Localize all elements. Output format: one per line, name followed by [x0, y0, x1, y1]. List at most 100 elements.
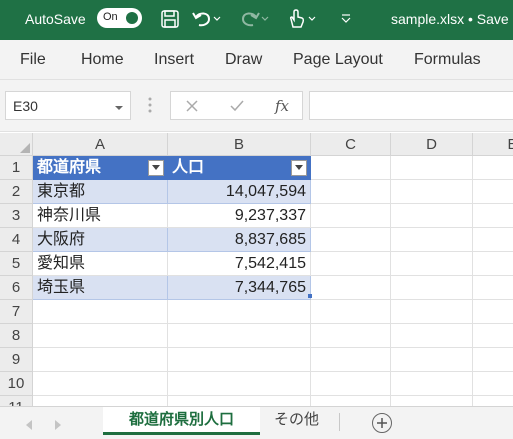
name-box[interactable]: E30 — [5, 91, 131, 120]
grid-cell[interactable] — [311, 324, 391, 348]
grid-cell[interactable] — [33, 348, 168, 372]
enter-check-icon[interactable] — [226, 96, 248, 116]
tab-insert[interactable]: Insert — [154, 51, 194, 69]
scroll-left-icon[interactable] — [25, 417, 33, 435]
grid-cell[interactable] — [391, 204, 473, 228]
sheet-tab-active[interactable]: 都道府県別人口 — [103, 407, 260, 435]
undo-icon[interactable] — [190, 7, 222, 31]
grid-cell[interactable] — [473, 300, 513, 324]
grid-cell[interactable] — [311, 276, 391, 300]
grid-cell[interactable] — [391, 372, 473, 396]
table-cell[interactable]: 埼玉県 — [33, 276, 168, 300]
table-cell[interactable]: 9,237,337 — [168, 204, 311, 228]
grid-cell[interactable] — [311, 180, 391, 204]
grid-cell[interactable] — [311, 300, 391, 324]
select-all-button[interactable] — [0, 133, 33, 156]
grid-cell[interactable] — [391, 348, 473, 372]
grid-cell[interactable] — [168, 324, 311, 348]
grid-cell[interactable] — [311, 252, 391, 276]
row-header-1[interactable]: 1 — [0, 156, 33, 180]
grid-cell[interactable] — [33, 300, 168, 324]
add-sheet-icon[interactable] — [372, 413, 392, 433]
grid-cell[interactable] — [473, 372, 513, 396]
scroll-right-icon[interactable] — [54, 417, 62, 435]
cancel-icon[interactable] — [181, 96, 203, 116]
row-header-6[interactable]: 6 — [0, 276, 33, 300]
grid-cell[interactable] — [311, 372, 391, 396]
row-header-10[interactable]: 10 — [0, 372, 33, 396]
row-header-4[interactable]: 4 — [0, 228, 33, 252]
grid-cell[interactable] — [311, 228, 391, 252]
tab-page-layout[interactable]: Page Layout — [293, 51, 383, 69]
column-header-e[interactable]: E — [473, 133, 513, 156]
grid-cell[interactable] — [473, 276, 513, 300]
grid-cell[interactable] — [311, 204, 391, 228]
column-header-a[interactable]: A — [33, 133, 168, 156]
grid-cell[interactable] — [473, 180, 513, 204]
tab-draw[interactable]: Draw — [225, 51, 262, 69]
row-header-5[interactable]: 5 — [0, 252, 33, 276]
grid-cell[interactable] — [391, 396, 473, 406]
grid-cell[interactable] — [391, 228, 473, 252]
row-header-3[interactable]: 3 — [0, 204, 33, 228]
table-cell[interactable]: 大阪府 — [33, 228, 168, 252]
grid-cell[interactable] — [33, 324, 168, 348]
autosave-toggle[interactable]: On — [97, 8, 142, 28]
grid-cell[interactable] — [391, 300, 473, 324]
filter-dropdown-icon[interactable] — [148, 160, 164, 176]
grid-cell[interactable] — [311, 396, 391, 406]
table-cell[interactable]: 東京都 — [33, 180, 168, 204]
grid-cell[interactable] — [168, 348, 311, 372]
insert-function-icon[interactable]: fx — [271, 96, 293, 116]
grid-cell[interactable] — [168, 396, 311, 406]
grid-cell[interactable] — [473, 228, 513, 252]
row-header-8[interactable]: 8 — [0, 324, 33, 348]
grid-cell[interactable] — [311, 156, 391, 180]
row-header-2[interactable]: 2 — [0, 180, 33, 204]
table-cell[interactable]: 7,542,415 — [168, 252, 311, 276]
grid-cell[interactable] — [391, 180, 473, 204]
grid-cell[interactable] — [473, 252, 513, 276]
grid-cell[interactable] — [391, 156, 473, 180]
formula-input[interactable] — [309, 91, 513, 120]
table-cell[interactable]: 14,047,594 — [168, 180, 311, 204]
tab-file[interactable]: File — [20, 51, 46, 69]
column-header-b[interactable]: B — [168, 133, 311, 156]
table-cell[interactable]: 8,837,685 — [168, 228, 311, 252]
save-icon[interactable] — [158, 7, 182, 31]
grid-cell[interactable] — [473, 396, 513, 406]
grid-cell[interactable] — [391, 276, 473, 300]
table-cell[interactable]: 愛知県 — [33, 252, 168, 276]
grid-cell[interactable] — [168, 300, 311, 324]
spreadsheet-grid[interactable]: A B C D E 1 2 3 4 5 6 7 8 9 10 11 都道府県 人… — [0, 133, 513, 406]
grid-cell[interactable] — [311, 348, 391, 372]
filter-dropdown-icon[interactable] — [291, 160, 307, 176]
sheet-tab-other[interactable]: その他 — [262, 407, 331, 435]
tab-formulas[interactable]: Formulas — [414, 51, 481, 69]
tab-home[interactable]: Home — [81, 51, 124, 69]
customize-toolbar-icon[interactable] — [336, 7, 356, 31]
grid-cell[interactable] — [33, 396, 168, 406]
table-cell[interactable]: 7,344,765 — [168, 276, 311, 300]
drag-handle-icon[interactable] — [148, 96, 152, 119]
grid-cell[interactable] — [473, 204, 513, 228]
row-header-9[interactable]: 9 — [0, 348, 33, 372]
grid-cell[interactable] — [391, 324, 473, 348]
grid-cell[interactable] — [168, 372, 311, 396]
chevron-down-icon[interactable] — [114, 100, 124, 118]
grid-cell[interactable] — [33, 372, 168, 396]
redo-icon[interactable] — [238, 7, 270, 31]
column-header-d[interactable]: D — [391, 133, 473, 156]
grid-cell[interactable] — [473, 348, 513, 372]
table-header-cell[interactable]: 人口 — [168, 156, 311, 180]
touch-mode-icon[interactable] — [285, 7, 317, 31]
table-cell[interactable]: 神奈川県 — [33, 204, 168, 228]
row-header-7[interactable]: 7 — [0, 300, 33, 324]
tab-separator — [339, 413, 340, 431]
table-header-cell[interactable]: 都道府県 — [33, 156, 168, 180]
grid-cell[interactable] — [473, 324, 513, 348]
grid-cell[interactable] — [473, 156, 513, 180]
row-header-11[interactable]: 11 — [0, 396, 33, 406]
column-header-c[interactable]: C — [311, 133, 391, 156]
grid-cell[interactable] — [391, 252, 473, 276]
